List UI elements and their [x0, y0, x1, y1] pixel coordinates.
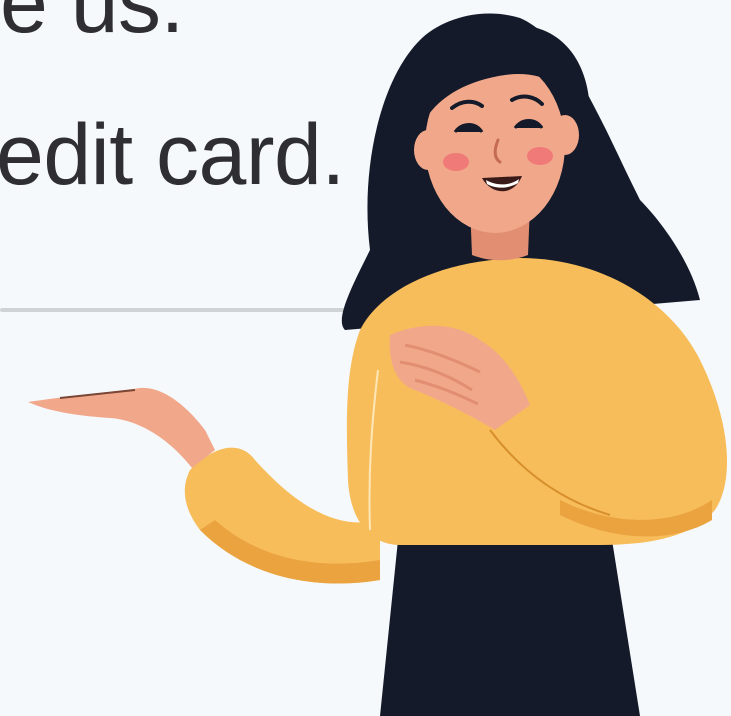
extended-hand	[28, 387, 215, 468]
left-ear	[414, 130, 442, 170]
skirt	[380, 540, 640, 716]
right-ear	[551, 115, 579, 155]
page-canvas: e us. edit card.	[0, 0, 731, 716]
right-cheek	[527, 147, 553, 165]
woman-presenting-illustration	[28, 13, 727, 716]
left-cheek	[443, 153, 469, 171]
